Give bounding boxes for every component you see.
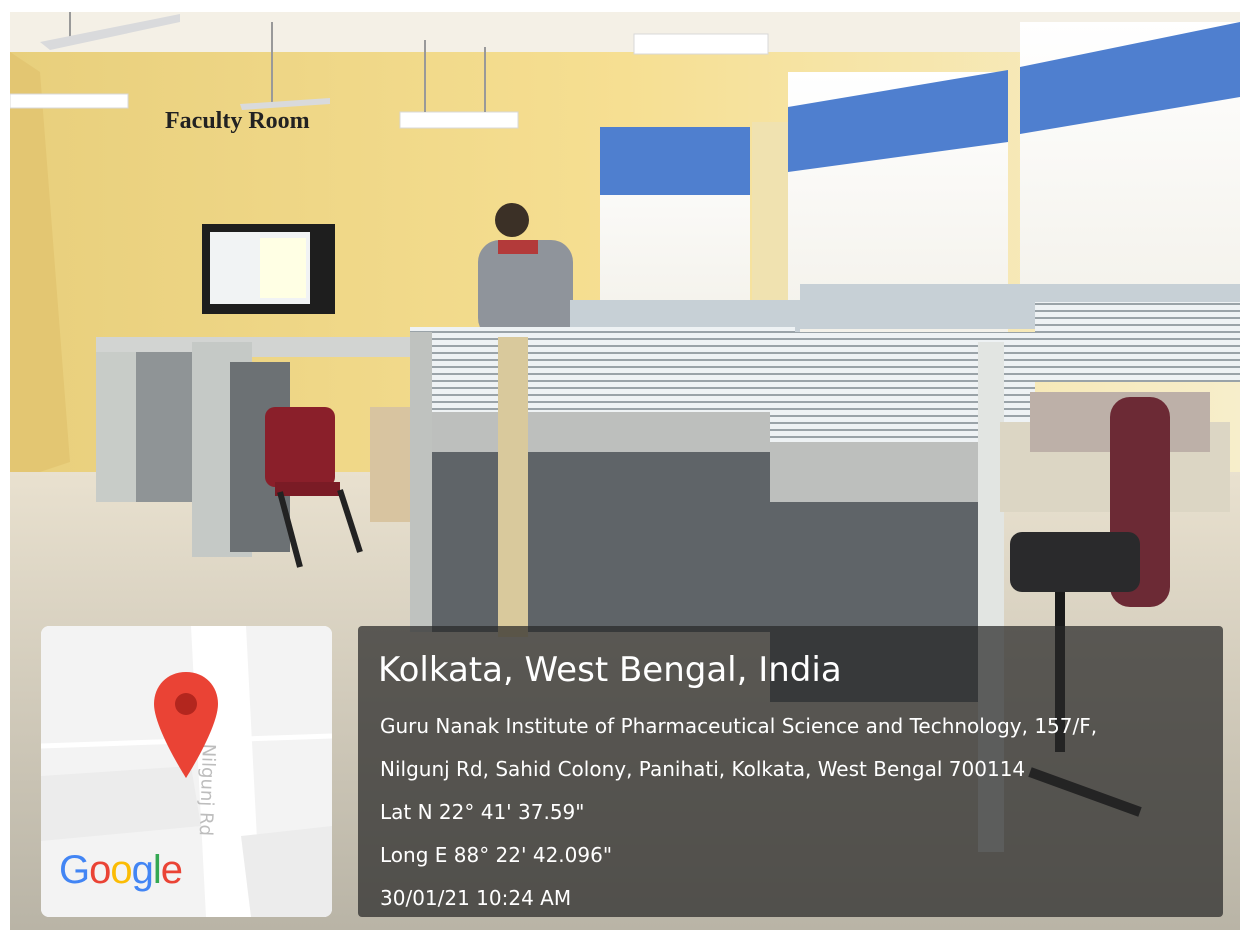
location-title: Kolkata, West Bengal, India xyxy=(378,650,842,690)
map-pin-icon xyxy=(154,672,218,778)
google-logo-letter: l xyxy=(152,848,162,892)
google-logo: Google xyxy=(59,848,183,893)
google-logo-letter: e xyxy=(160,848,183,892)
address-line-2: Nilgunj Rd, Sahid Colony, Panihati, Kolk… xyxy=(380,757,1026,781)
map-thumbnail[interactable]: Nilgunj Rd Google xyxy=(41,626,332,917)
google-logo-letter: G xyxy=(59,848,90,892)
latitude-text: Lat N 22° 41' 37.59" xyxy=(380,800,585,824)
google-logo-letter: o xyxy=(110,848,132,892)
longitude-text: Long E 88° 22' 42.096" xyxy=(380,843,613,867)
timestamp-text: 30/01/21 10:24 AM xyxy=(380,886,572,910)
photo-caption: Faculty Room xyxy=(165,108,310,134)
geotagged-photo: Faculty Room Nilgunj Rd Google Kolkata, … xyxy=(10,12,1240,930)
google-logo-letter: o xyxy=(89,848,111,892)
location-info-panel: Kolkata, West Bengal, India Guru Nanak I… xyxy=(358,626,1223,917)
address-line-1: Guru Nanak Institute of Pharmaceutical S… xyxy=(380,714,1098,738)
google-logo-letter: g xyxy=(131,848,154,892)
